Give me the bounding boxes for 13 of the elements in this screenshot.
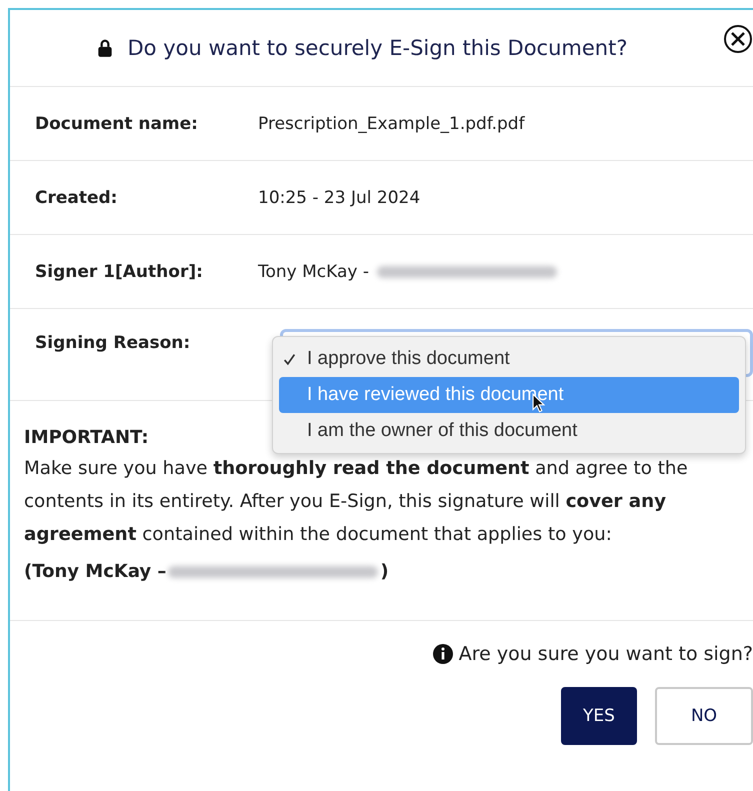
signer-name: (Tony McKay – (24, 561, 166, 582)
field-label: Document name: (34, 114, 199, 134)
field-label: Signing Reason: (34, 333, 192, 353)
field-value: Prescription_Example_1.pdf.pdf (258, 114, 525, 134)
field-value: Tony McKay - (258, 262, 370, 282)
confirm-question: Are you sure you want to sign? (458, 643, 753, 665)
important-heading: IMPORTANT: (24, 427, 149, 448)
dialog-title: Do you want to securely E-Sign this Document? (128, 36, 628, 60)
field-label: Signer 1[Author]: (34, 262, 204, 282)
closing-parenthesis: ) (380, 561, 389, 582)
important-text: Make sure you have thoroughly read the document and agree to the contents in its entirety. After you E-Sign, this signature will cover any agreement contained within the document that applies to you: (24, 457, 689, 547)
field-value: 10:25 - 23 Jul 2024 (258, 188, 420, 208)
field-label: Created: (34, 188, 118, 208)
